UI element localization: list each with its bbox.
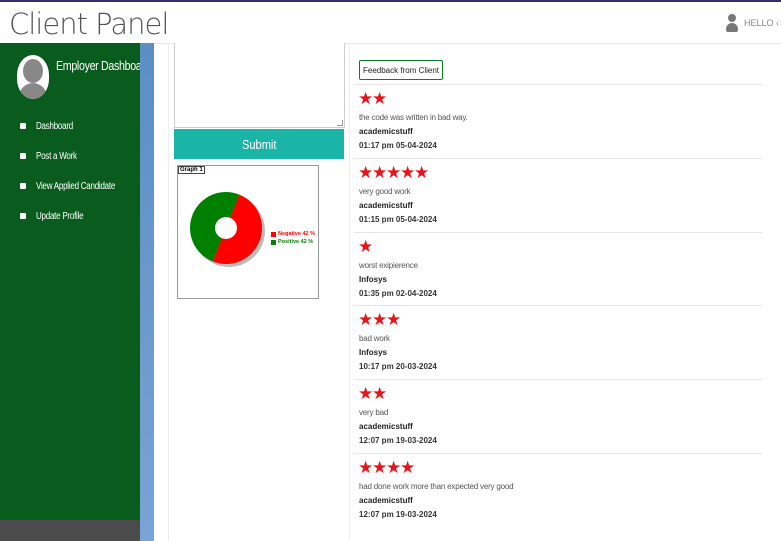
donut-hole	[215, 217, 237, 239]
sidebar-footer	[0, 520, 140, 541]
star-icon: ★	[386, 163, 402, 182]
top-header: Client Panel HELLO ‹	[0, 2, 781, 44]
briefcase-icon	[20, 183, 26, 189]
user-icon	[725, 14, 739, 32]
star-icon: ★	[400, 458, 416, 477]
feedback-comment: worst exipierence	[359, 261, 418, 270]
feedback-comment: very bad	[359, 408, 389, 417]
star-icon: ★	[358, 89, 374, 108]
legend-label: Positive 42 %	[278, 239, 314, 245]
star-icon: ★	[358, 384, 374, 403]
feedback-panel: Feedback from Client ★ ★ the code was writ…	[354, 43, 764, 528]
feedback-user: academicstuff	[359, 201, 413, 210]
feedback-comment: very good work	[359, 187, 411, 196]
feedback-comment: had done work more than expected very go…	[359, 482, 514, 491]
star-icon: ★	[372, 163, 388, 182]
legend-swatch	[271, 231, 276, 237]
feedback-user: Infosys	[359, 275, 388, 284]
feedback-time: 01:15 pm 05-04-2024	[359, 215, 437, 224]
dashboard-icon	[20, 123, 26, 129]
sidebar-item-label: Dashboard	[36, 120, 73, 132]
feedback-time: 12:07 pm 19-03-2024	[359, 436, 437, 445]
post-work-icon	[20, 153, 26, 159]
star-icon: ★	[358, 163, 374, 182]
feedback-graph: Graph 1 Negative 42 % Positive 42 %	[177, 165, 319, 299]
star-rating: ★ ★ ★	[358, 310, 402, 329]
sidebar: Employer Dashboard Dashboard Post a Work…	[0, 43, 151, 541]
feedback-item: ★ ★ ★ ★ ★ very good work academicstuff 01:15 pm…	[354, 158, 762, 233]
legend-item: Negative 42 %	[271, 230, 315, 238]
star-icon: ★	[386, 458, 402, 477]
feedback-time: 10:17 pm 20-03-2024	[359, 362, 437, 371]
star-rating: ★ ★ ★ ★ ★	[358, 163, 430, 182]
star-rating: ★ ★	[358, 384, 388, 403]
star-icon: ★	[400, 163, 416, 182]
brand-title: Client Panel	[9, 7, 169, 41]
star-icon: ★	[372, 310, 388, 329]
sidebar-menu: Dashboard Post a Work View Applied Candi…	[20, 111, 135, 231]
feedback-item: ★ ★ ★ ★ had done work more than expected ver…	[354, 453, 762, 528]
feedback-section-label[interactable]: Feedback from Client	[359, 60, 444, 80]
scroll-strip	[140, 43, 154, 541]
sidebar-item-label: Update Profile	[36, 210, 84, 222]
legend-swatch	[271, 239, 276, 245]
legend-item: Positive 42 %	[271, 238, 315, 246]
sidebar-item-update-profile[interactable]: Update Profile	[20, 201, 135, 231]
avatar	[17, 55, 49, 99]
feedback-user: academicstuff	[359, 422, 413, 431]
star-icon: ★	[358, 458, 374, 477]
star-icon: ★	[372, 384, 388, 403]
star-icon: ★	[358, 237, 374, 256]
feedback-item: ★ worst exipierence Infosys 01:35 pm 02-04-…	[354, 232, 762, 306]
user-menu-label[interactable]: HELLO ‹	[744, 18, 779, 28]
star-icon: ★	[414, 163, 430, 182]
feedback-item: ★ ★ the code was written in bad way. academ…	[354, 84, 762, 159]
profile-icon	[20, 213, 26, 219]
star-icon: ★	[358, 310, 374, 329]
feedback-item: ★ ★ ★ bad work Infosys 10:17 pm 20-03-2024	[354, 305, 762, 380]
feedback-item: ★ ★ very bad academicstuff 12:07 pm 19-03-20…	[354, 379, 762, 454]
sidebar-title: Employer Dashboard	[56, 58, 151, 73]
feedback-textarea[interactable]	[174, 43, 345, 128]
star-icon: ★	[386, 310, 402, 329]
feedback-comment: the code was written in bad way.	[359, 113, 468, 122]
sidebar-item-label: Post a Work	[36, 150, 77, 162]
sidebar-item-post-work[interactable]: Post a Work	[20, 141, 135, 171]
sidebar-item-dashboard[interactable]: Dashboard	[20, 111, 135, 141]
user-menu[interactable]: HELLO ‹	[725, 14, 779, 32]
sidebar-item-label: View Applied Candidate	[36, 180, 116, 192]
feedback-time: 01:35 pm 02-04-2024	[359, 289, 437, 298]
feedback-user: academicstuff	[359, 496, 413, 505]
feedback-user: Infosys	[359, 348, 388, 357]
star-icon: ★	[372, 458, 388, 477]
submit-button[interactable]: Submit	[174, 129, 344, 159]
feedback-user: academicstuff	[359, 127, 413, 136]
feedback-time: 01:17 pm 05-04-2024	[359, 141, 437, 150]
star-rating: ★ ★ ★ ★	[358, 458, 416, 477]
star-rating: ★	[358, 237, 374, 256]
star-rating: ★ ★	[358, 89, 388, 108]
graph-legend: Negative 42 % Positive 42 %	[271, 230, 315, 246]
sidebar-item-applied-candidate[interactable]: View Applied Candidate	[20, 171, 135, 201]
resize-handle-icon[interactable]	[337, 120, 343, 126]
star-icon: ★	[372, 89, 388, 108]
feedback-comment: bad work	[359, 334, 390, 343]
feedback-time: 12:07 pm 19-03-2024	[359, 510, 437, 519]
legend-label: Negative 42 %	[278, 231, 315, 237]
